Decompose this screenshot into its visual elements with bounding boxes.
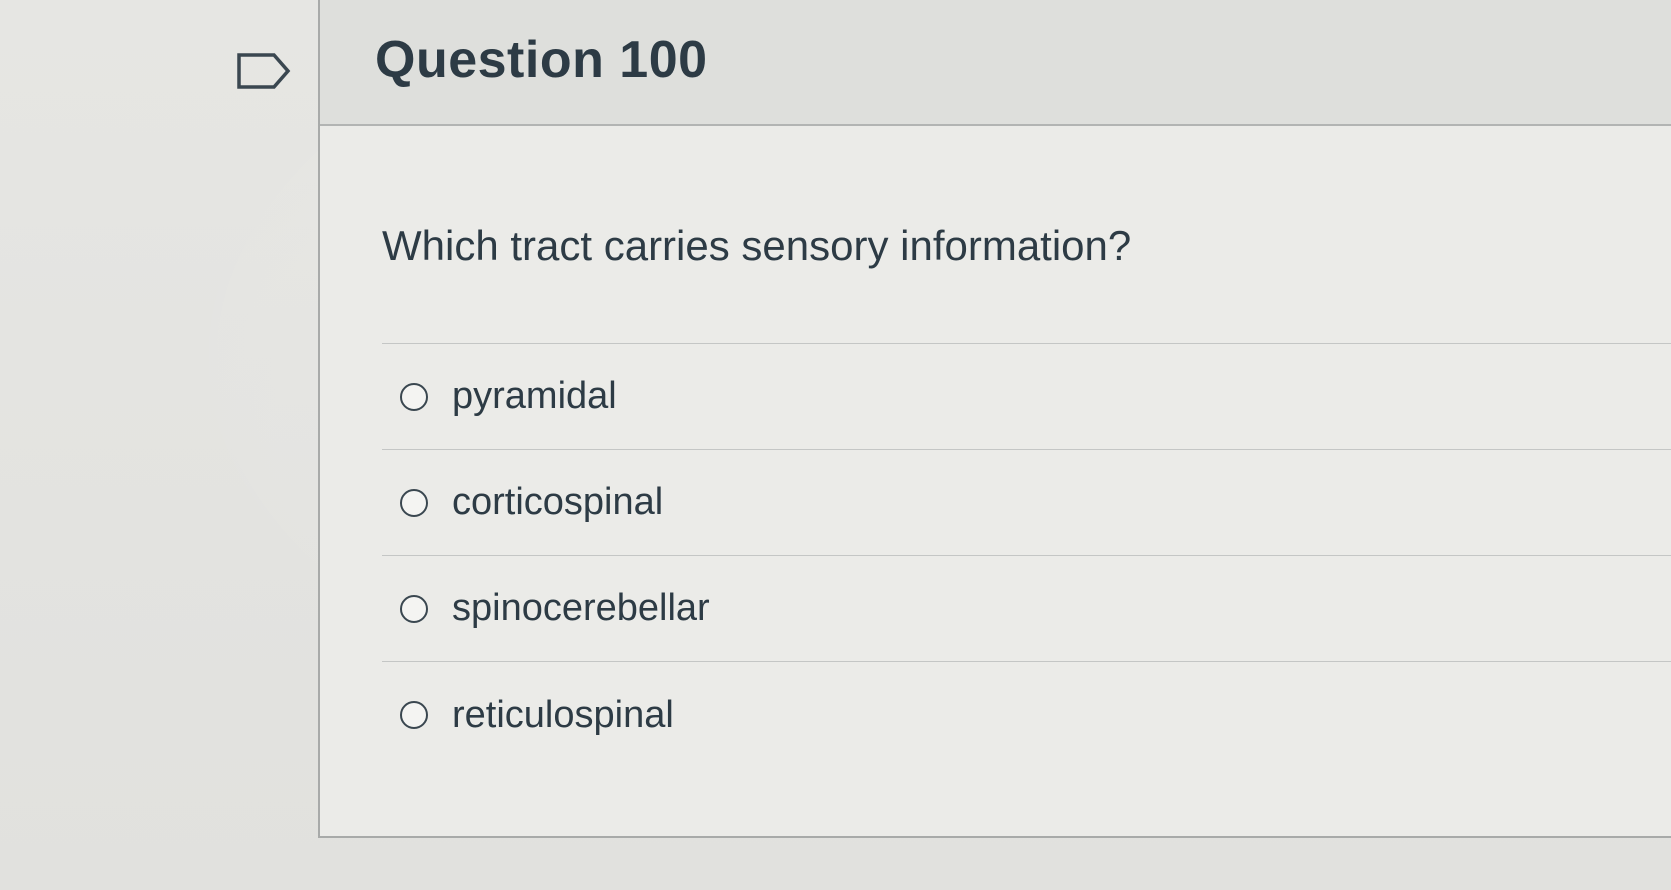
answer-label: pyramidal (452, 375, 617, 417)
answer-list: pyramidal corticospinal spinocerebellar … (382, 343, 1671, 768)
answer-label: corticospinal (452, 481, 664, 523)
question-card: Question 100 Which tract carries sensory… (318, 0, 1671, 838)
answer-option-reticulospinal[interactable]: reticulospinal (382, 662, 1671, 768)
radio-button-icon[interactable] (400, 382, 428, 411)
answer-option-pyramidal[interactable]: pyramidal (382, 344, 1671, 450)
question-text: Which tract carries sensory information? (382, 222, 1132, 269)
radio-button-icon[interactable] (400, 488, 428, 517)
answer-option-spinocerebellar[interactable]: spinocerebellar (382, 556, 1671, 662)
radio-button-icon[interactable] (400, 701, 428, 729)
answer-option-corticospinal[interactable]: corticospinal (382, 450, 1671, 556)
question-title: Question 100 (375, 31, 708, 89)
question-header: Question 100 (320, 0, 1671, 126)
answer-label: reticulospinal (452, 693, 674, 736)
flag-question-icon[interactable] (236, 52, 292, 90)
radio-button-icon[interactable] (400, 594, 428, 623)
answer-label: spinocerebellar (452, 587, 710, 629)
